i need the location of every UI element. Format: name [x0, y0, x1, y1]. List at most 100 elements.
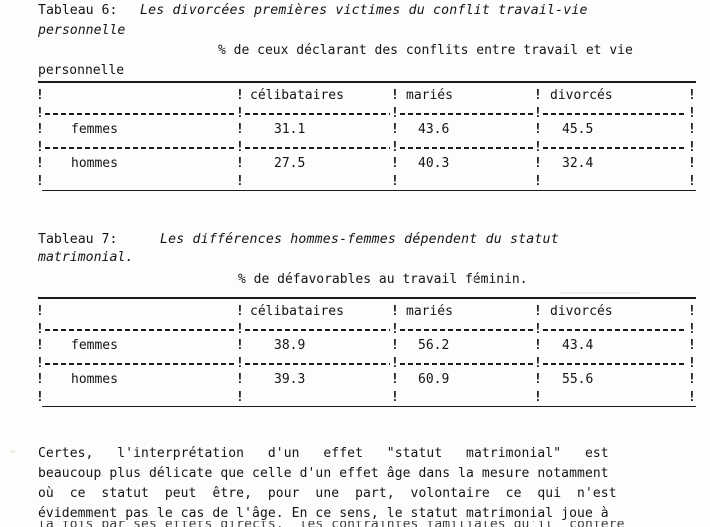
tableau7-dash-s2-b	[245, 363, 390, 365]
tableau6-hommes-divorces: 32.4	[562, 156, 594, 171]
tableau7-header-celibataires: célibataires	[250, 304, 344, 319]
tableau6-dash-s2-d	[543, 147, 687, 149]
tableau6-vbar-c4-s2: !	[688, 140, 696, 155]
tableau6-dash-s1-a	[45, 113, 235, 115]
tableau7-vbar-c1-s1: !	[236, 322, 244, 337]
tableau7-femmes-maries: 56.2	[418, 338, 450, 353]
tableau7-vbar-c4-s2: !	[688, 356, 696, 371]
tableau6-vbar-c0-r2: !	[36, 156, 44, 171]
tableau6-vbar-c3-r3: !	[534, 174, 542, 189]
tableau7-vbar-c1-r2: !	[236, 372, 244, 387]
tableau7-subtitle-line1: % de défavorables au travail féminin.	[238, 272, 528, 287]
tableau6-vbar-c1-s2: !	[236, 140, 244, 155]
tableau7-hommes-maries: 60.9	[418, 372, 450, 387]
tableau6-vbar-c1-r0: !	[236, 88, 244, 103]
tableau6-header-celibataires: célibataires	[250, 88, 344, 103]
tableau7-vbar-c1-r0: !	[236, 304, 244, 319]
tableau6-vbar-c0-s1: !	[36, 106, 44, 121]
tableau6-vbar-c2-r2: !	[391, 156, 399, 171]
tableau6-hommes-maries: 40.3	[418, 156, 450, 171]
body-paragraph-line-2: beaucoup plus délicate que celle d'un ef…	[38, 466, 609, 481]
tableau7-dash-s2-d	[543, 363, 687, 365]
tableau7-dash-s2-a	[45, 363, 235, 365]
body-paragraph-line-1: Certes, l'interprétation d'un effet "sta…	[38, 446, 609, 461]
tableau6-dash-s1-c	[400, 113, 533, 115]
tableau6-dash-s2-b	[245, 147, 390, 149]
tableau6-top-rule	[38, 81, 696, 83]
tableau6-vbar-c2-s2: !	[391, 140, 399, 155]
tableau7-header-maries: mariés	[406, 304, 453, 319]
tableau7-caption-label: Tableau 7:	[38, 232, 118, 247]
tableau6-dash-s1-d	[543, 113, 687, 115]
tableau6-header-maries: mariés	[406, 88, 453, 103]
tableau7-vbar-c4-s1: !	[688, 322, 696, 337]
tableau7-vbar-c3-s2: !	[534, 356, 542, 371]
tableau6-dash-s2-a	[45, 147, 235, 149]
tableau6-vbar-c4-r1: !	[688, 122, 696, 137]
tableau7-vbar-c4-r2: !	[688, 372, 696, 387]
tableau6-vbar-c1-r3: !	[236, 174, 244, 189]
tableau7-vbar-c2-r1: !	[391, 338, 399, 353]
table-row-label: hommes	[71, 372, 118, 387]
tableau7-dash-s1-c	[400, 329, 533, 331]
tableau7-vbar-c2-r3: !	[391, 390, 399, 405]
scan-speckle	[470, 278, 476, 281]
tableau6-bottom-rule	[42, 190, 696, 191]
tableau7-hommes-celibataires: 39.3	[274, 372, 306, 387]
tableau7-dash-s1-a	[45, 329, 235, 331]
tableau7-vbar-c0-r3: !	[36, 390, 44, 405]
tableau7-vbar-c0-r2: !	[36, 372, 44, 387]
tableau6-vbar-c2-r3: !	[391, 174, 399, 189]
tableau6-vbar-c2-r0: !	[391, 88, 399, 103]
table-row-label: femmes	[71, 338, 118, 353]
scan-speckle	[10, 450, 15, 453]
scanned-page: Tableau 6: Les divorcées premières victi…	[0, 0, 710, 527]
tableau7-vbar-c1-s2: !	[236, 356, 244, 371]
tableau6-vbar-c1-r1: !	[236, 122, 244, 137]
tableau6-femmes-maries: 43.6	[418, 122, 450, 137]
tableau6-vbar-c3-r2: !	[534, 156, 542, 171]
tableau7-femmes-divorces: 43.4	[562, 338, 594, 353]
tableau7-bottom-rule	[42, 406, 696, 407]
tableau7-vbar-c0-r0: !	[36, 304, 44, 319]
tableau6-vbar-c2-s1: !	[391, 106, 399, 121]
tableau6-vbar-c3-s2: !	[534, 140, 542, 155]
tableau7-vbar-c3-r1: !	[534, 338, 542, 353]
tableau7-vbar-c2-s1: !	[391, 322, 399, 337]
tableau6-caption-label: Tableau 6:	[38, 3, 118, 18]
tableau7-hommes-divorces: 55.6	[562, 372, 594, 387]
tableau6-vbar-c2-r1: !	[391, 122, 399, 137]
tableau6-vbar-c0-r3: !	[36, 174, 44, 189]
tableau6-femmes-divorces: 45.5	[562, 122, 594, 137]
tableau6-subtitle-line2: personnelle	[38, 63, 125, 78]
table-row-label: femmes	[71, 122, 118, 137]
tableau7-vbar-c3-s1: !	[534, 322, 542, 337]
tableau7-vbar-c1-r1: !	[236, 338, 244, 353]
body-paragraph-line-5: la fois par ses effets directs, les cont…	[38, 521, 625, 527]
tableau7-dash-s1-d	[543, 329, 687, 331]
tableau7-vbar-c4-r3: !	[688, 390, 696, 405]
tableau7-dash-s2-c	[400, 363, 533, 365]
body-paragraph-line-5-clip: la fois par ses effets directs, les cont…	[0, 521, 710, 527]
tableau6-header-divorces: divorcés	[550, 88, 613, 103]
tableau6-vbar-c1-r2: !	[236, 156, 244, 171]
tableau6-vbar-c4-r3: !	[688, 174, 696, 189]
tableau6-femmes-celibataires: 31.1	[274, 122, 306, 137]
tableau6-vbar-c4-r0: !	[688, 88, 696, 103]
tableau6-vbar-c1-s1: !	[236, 106, 244, 121]
tableau6-subtitle-line1: % de ceux déclarant des conflits entre t…	[218, 43, 633, 58]
table-row-label: hommes	[71, 156, 118, 171]
tableau6-vbar-c3-r1: !	[534, 122, 542, 137]
tableau7-femmes-celibataires: 38.9	[274, 338, 306, 353]
body-paragraph-line-3: où ce statut peut être, pour une part, v…	[38, 486, 617, 501]
tableau7-header-divorces: divorcés	[550, 304, 613, 319]
body-paragraph-line-4: évidemment pas le cas de l'âge. En ce se…	[38, 506, 609, 521]
tableau7-vbar-c2-s2: !	[391, 356, 399, 371]
tableau7-vbar-c2-r0: !	[391, 304, 399, 319]
scan-speckle	[560, 292, 640, 294]
tableau7-top-rule	[38, 297, 696, 299]
tableau7-caption-title-line2: matrimonial.	[38, 250, 134, 265]
tableau6-caption-title-line2: personnelle	[38, 23, 126, 38]
tableau6-hommes-celibataires: 27.5	[274, 156, 306, 171]
tableau6-dash-s2-c	[400, 147, 533, 149]
